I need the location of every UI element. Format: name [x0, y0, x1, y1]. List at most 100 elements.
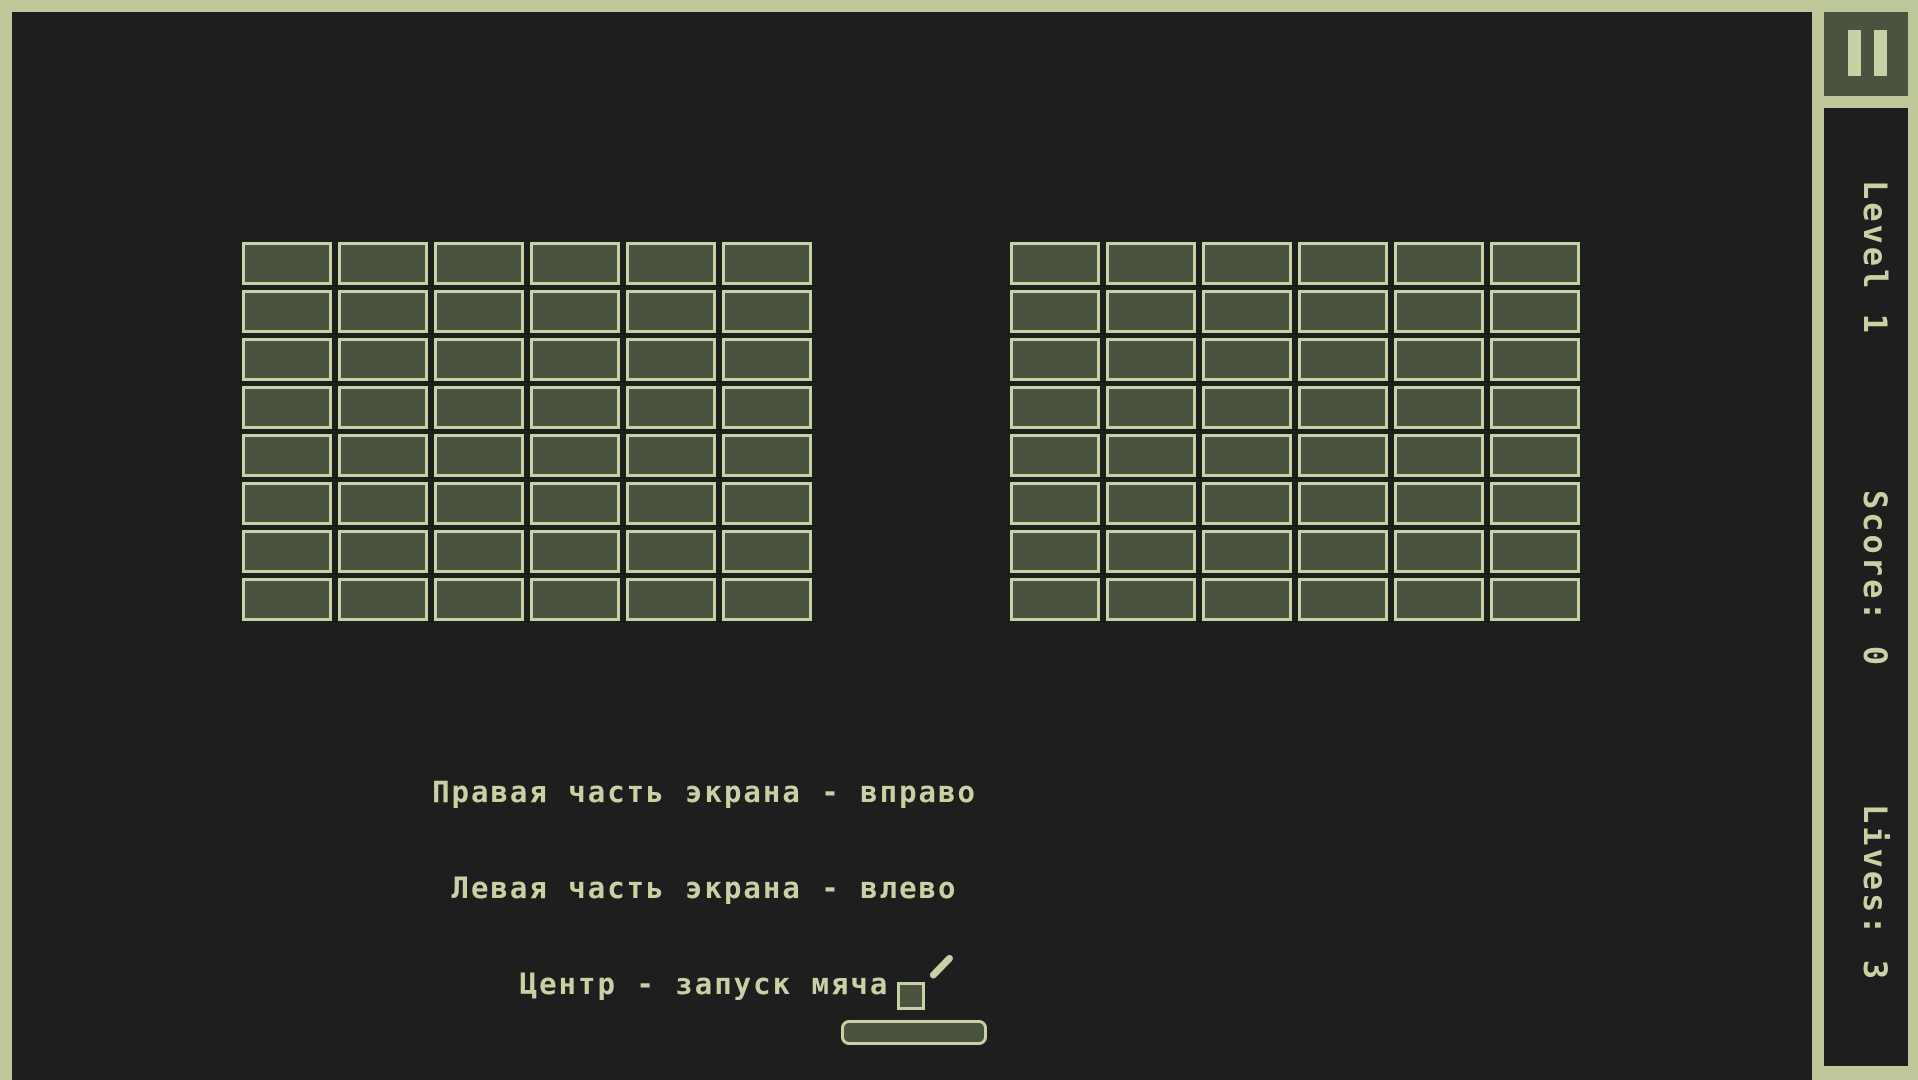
- brick: [1010, 482, 1100, 525]
- pause-button[interactable]: [1824, 12, 1908, 96]
- brick: [1298, 242, 1388, 285]
- brick: [1394, 578, 1484, 621]
- brick: [338, 290, 428, 333]
- instruction-center: Центр - запуск мяча: [519, 967, 890, 1001]
- brick: [530, 578, 620, 621]
- brick: [722, 482, 812, 525]
- paddle[interactable]: [841, 1020, 987, 1045]
- brick: [626, 434, 716, 477]
- brick: [530, 386, 620, 429]
- brick: [1202, 578, 1292, 621]
- brick: [530, 290, 620, 333]
- brick: [1490, 242, 1580, 285]
- brick: [626, 242, 716, 285]
- brick: [1394, 242, 1484, 285]
- brick: [338, 578, 428, 621]
- brick-grid-right: [1010, 242, 1580, 621]
- brick: [1202, 290, 1292, 333]
- brick: [1298, 434, 1388, 477]
- brick: [434, 338, 524, 381]
- brick: [626, 338, 716, 381]
- brick: [1010, 434, 1100, 477]
- brick: [242, 578, 332, 621]
- brick: [1394, 530, 1484, 573]
- brick: [242, 434, 332, 477]
- brick: [242, 242, 332, 285]
- brick: [530, 434, 620, 477]
- brick: [434, 578, 524, 621]
- brick: [242, 338, 332, 381]
- brick: [242, 530, 332, 573]
- brick: [1298, 482, 1388, 525]
- brick: [338, 242, 428, 285]
- brick: [722, 386, 812, 429]
- brick: [626, 386, 716, 429]
- level-label: Level 1: [1856, 180, 1894, 336]
- brick: [530, 338, 620, 381]
- brick: [1490, 482, 1580, 525]
- brick: [530, 242, 620, 285]
- brick: [1490, 290, 1580, 333]
- brick: [1106, 242, 1196, 285]
- instruction-left: Левая часть экрана - влево: [451, 871, 958, 905]
- brick: [434, 434, 524, 477]
- instruction-right: Правая часть экрана - вправо: [432, 775, 977, 809]
- brick: [1394, 338, 1484, 381]
- brick: [530, 482, 620, 525]
- brick: [1106, 338, 1196, 381]
- brick: [1298, 386, 1388, 429]
- brick: [1202, 434, 1292, 477]
- brick: [1298, 578, 1388, 621]
- brick: [1202, 242, 1292, 285]
- brick: [242, 482, 332, 525]
- brick: [1202, 386, 1292, 429]
- brick: [338, 434, 428, 477]
- game-playfield[interactable]: Правая часть экрана - вправо Левая часть…: [12, 12, 1812, 1080]
- brick: [1490, 338, 1580, 381]
- brick: [722, 338, 812, 381]
- brick: [434, 242, 524, 285]
- brick: [1010, 578, 1100, 621]
- brick: [1202, 530, 1292, 573]
- brick: [338, 338, 428, 381]
- brick: [1010, 386, 1100, 429]
- brick: [530, 530, 620, 573]
- brick-grid-left: [242, 242, 812, 621]
- brick: [1202, 482, 1292, 525]
- brick: [1490, 578, 1580, 621]
- brick: [722, 578, 812, 621]
- brick: [1394, 434, 1484, 477]
- brick: [1298, 530, 1388, 573]
- brick: [338, 482, 428, 525]
- brick: [722, 290, 812, 333]
- brick: [1394, 482, 1484, 525]
- brick: [242, 290, 332, 333]
- brick: [626, 578, 716, 621]
- brick: [1106, 530, 1196, 573]
- brick: [1394, 386, 1484, 429]
- brick: [434, 290, 524, 333]
- brick: [1490, 434, 1580, 477]
- brick: [1010, 530, 1100, 573]
- brick: [1010, 290, 1100, 333]
- ball: [897, 982, 925, 1010]
- score-label: Score: 0: [1856, 490, 1894, 669]
- brick: [242, 386, 332, 429]
- brick: [1394, 290, 1484, 333]
- side-panel: Level 1 Score: 0 Lives: 3: [1812, 0, 1918, 1080]
- brick: [1106, 434, 1196, 477]
- brick: [1010, 242, 1100, 285]
- brick: [1010, 338, 1100, 381]
- brick: [1106, 482, 1196, 525]
- brick: [626, 530, 716, 573]
- hud-panel: Level 1 Score: 0 Lives: 3: [1824, 108, 1908, 1066]
- brick: [338, 530, 428, 573]
- brick: [434, 386, 524, 429]
- brick: [1298, 338, 1388, 381]
- brick: [722, 434, 812, 477]
- control-instructions: Правая часть экрана - вправо Левая часть…: [12, 712, 1397, 1064]
- brick: [1490, 386, 1580, 429]
- brick: [722, 242, 812, 285]
- brick: [1202, 338, 1292, 381]
- brick: [1106, 386, 1196, 429]
